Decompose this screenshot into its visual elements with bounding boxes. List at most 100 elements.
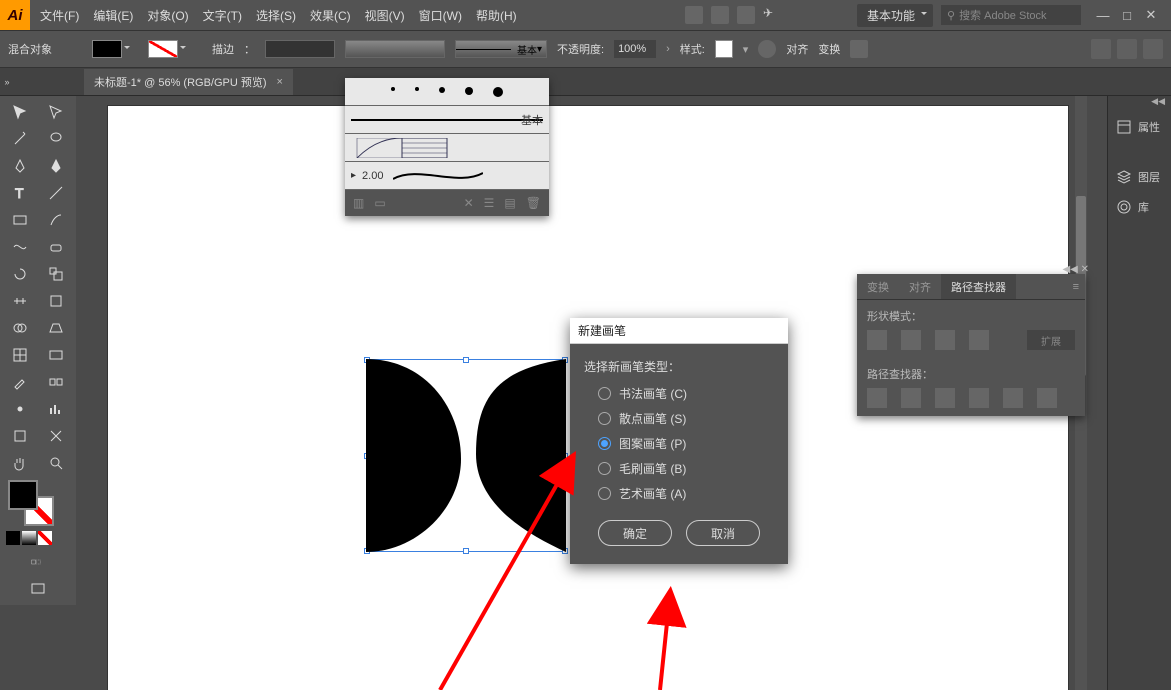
opacity-field[interactable]: 100% <box>614 40 656 58</box>
expand-button[interactable]: 扩展 <box>1027 330 1075 350</box>
radio-bristle[interactable]: 毛刷画笔 (B) <box>598 460 774 477</box>
ok-button[interactable]: 确定 <box>598 520 672 546</box>
libraries-panel-tab[interactable]: 库 <box>1108 192 1171 222</box>
column-graph-tool[interactable] <box>40 397 73 421</box>
selection-tool[interactable] <box>4 100 37 124</box>
unite-icon[interactable] <box>867 330 887 350</box>
search-input[interactable]: ⚲ 搜索 Adobe Stock <box>941 5 1081 25</box>
eyedropper-tool[interactable] <box>4 370 37 394</box>
arrange-icon[interactable] <box>737 6 755 24</box>
rotate-tool[interactable] <box>4 262 37 286</box>
menu-object[interactable]: 对象(O) <box>147 7 188 24</box>
close-tab-icon[interactable]: × <box>277 76 283 88</box>
brush-row-basic[interactable]: 基本 <box>345 106 549 134</box>
shaper-tool[interactable] <box>4 235 37 259</box>
bridge-icon[interactable] <box>685 6 703 24</box>
radio-calligraphic[interactable]: 书法画笔 (C) <box>598 385 774 402</box>
stroke-profile[interactable] <box>345 40 445 58</box>
tab-align[interactable]: 对齐 <box>899 279 941 295</box>
delete-brush-icon[interactable]: 🗑 <box>526 196 541 210</box>
brush-row-dots[interactable] <box>345 78 549 106</box>
gpu-icon[interactable]: ✈ <box>763 6 781 24</box>
brush-row-pattern[interactable] <box>345 134 549 162</box>
menu-type[interactable]: 文字(T) <box>203 7 242 24</box>
expand-toolbox[interactable]: » <box>0 77 14 87</box>
perspective-tool[interactable] <box>40 316 73 340</box>
window-minimize[interactable]: — <box>1097 9 1109 21</box>
workspace-switcher[interactable]: 基本功能 <box>857 4 933 27</box>
pen-tool[interactable] <box>4 154 37 178</box>
remove-brush-stroke-icon[interactable]: ✕ <box>464 196 474 210</box>
slice-tool[interactable] <box>40 424 73 448</box>
intersect-icon[interactable] <box>935 330 955 350</box>
menu-view[interactable]: 视图(V) <box>365 7 405 24</box>
brush-libraries-icon[interactable]: ▥ <box>353 196 364 210</box>
blend-tool[interactable] <box>40 370 73 394</box>
stock-icon[interactable] <box>711 6 729 24</box>
eraser-tool[interactable] <box>40 235 73 259</box>
exclude-icon[interactable] <box>969 330 989 350</box>
crop-icon[interactable] <box>969 388 989 408</box>
rectangle-tool[interactable] <box>4 208 37 232</box>
recolor-icon[interactable] <box>758 40 776 58</box>
window-maximize[interactable]: □ <box>1121 9 1133 21</box>
radio-art[interactable]: 艺术画笔 (A) <box>598 485 774 502</box>
magic-wand-tool[interactable] <box>4 127 37 151</box>
merge-icon[interactable] <box>935 388 955 408</box>
tab-transform[interactable]: 变换 <box>857 279 899 295</box>
stroke-weight-field[interactable] <box>265 40 335 58</box>
isolate-icon[interactable] <box>850 40 868 58</box>
scale-tool[interactable] <box>40 262 73 286</box>
menu-help[interactable]: 帮助(H) <box>476 7 517 24</box>
trim-icon[interactable] <box>901 388 921 408</box>
line-tool[interactable] <box>40 181 73 205</box>
minus-back-icon[interactable] <box>1037 388 1057 408</box>
cancel-button[interactable]: 取消 <box>686 520 760 546</box>
layers-panel-tab[interactable]: 图层 <box>1108 162 1171 192</box>
dock-expand-icon[interactable]: ◀◀ <box>1108 96 1171 112</box>
radio-pattern[interactable]: 图案画笔 (P) <box>598 435 774 452</box>
window-close[interactable]: ✕ <box>1145 9 1157 21</box>
free-transform-tool[interactable] <box>40 289 73 313</box>
panel-menu-icon[interactable]: ≡ <box>1067 281 1085 293</box>
color-chip[interactable] <box>6 531 20 545</box>
menu-effect[interactable]: 效果(C) <box>310 7 351 24</box>
type-tool[interactable]: T <box>4 181 37 205</box>
brush-definition-dd[interactable]: 基本 ▾ <box>455 40 547 58</box>
style-swatch[interactable] <box>715 40 733 58</box>
divide-icon[interactable] <box>867 388 887 408</box>
screen-mode[interactable] <box>4 577 72 601</box>
document-tab[interactable]: 未标题-1* @ 56% (RGB/GPU 预览) × <box>84 69 293 95</box>
align-label[interactable]: 对齐 <box>786 41 808 57</box>
lasso-tool[interactable] <box>40 127 73 151</box>
width-tool[interactable] <box>4 289 37 313</box>
draw-mode[interactable] <box>4 550 72 574</box>
fill-color-icon[interactable] <box>8 480 38 510</box>
tab-pathfinder[interactable]: 路径查找器 <box>941 274 1016 299</box>
gradient-chip[interactable] <box>22 531 36 545</box>
brush-options-icon[interactable]: ☰ <box>484 196 495 210</box>
panel-collapse-icon[interactable]: ◀◀ ✕ <box>1062 264 1089 275</box>
menu-edit[interactable]: 编辑(E) <box>93 7 133 24</box>
menu-window[interactable]: 窗口(W) <box>419 7 462 24</box>
outline-icon[interactable] <box>1003 388 1023 408</box>
minus-front-icon[interactable] <box>901 330 921 350</box>
direct-selection-tool[interactable] <box>40 100 73 124</box>
symbol-sprayer-tool[interactable] <box>4 397 37 421</box>
hand-tool[interactable] <box>4 451 37 475</box>
shape-builder-tool[interactable] <box>4 316 37 340</box>
brush-row-stroke[interactable]: ▸ 2.00 <box>345 162 549 190</box>
stroke-swatch[interactable] <box>148 40 178 58</box>
menu-file[interactable]: 文件(F) <box>40 7 79 24</box>
artboard-tool[interactable] <box>4 424 37 448</box>
transform-label[interactable]: 变换 <box>818 41 840 57</box>
export-icon[interactable] <box>1117 39 1137 59</box>
radio-scatter[interactable]: 散点画笔 (S) <box>598 410 774 427</box>
new-brush-icon[interactable]: ▤ <box>504 196 515 210</box>
properties-panel-tab[interactable]: 属性 <box>1108 112 1171 142</box>
brush-library-menu-icon[interactable]: ▭ <box>374 196 385 210</box>
mesh-tool[interactable] <box>4 343 37 367</box>
gradient-tool[interactable] <box>40 343 73 367</box>
curvature-tool[interactable] <box>40 154 73 178</box>
paintbrush-tool[interactable] <box>40 208 73 232</box>
